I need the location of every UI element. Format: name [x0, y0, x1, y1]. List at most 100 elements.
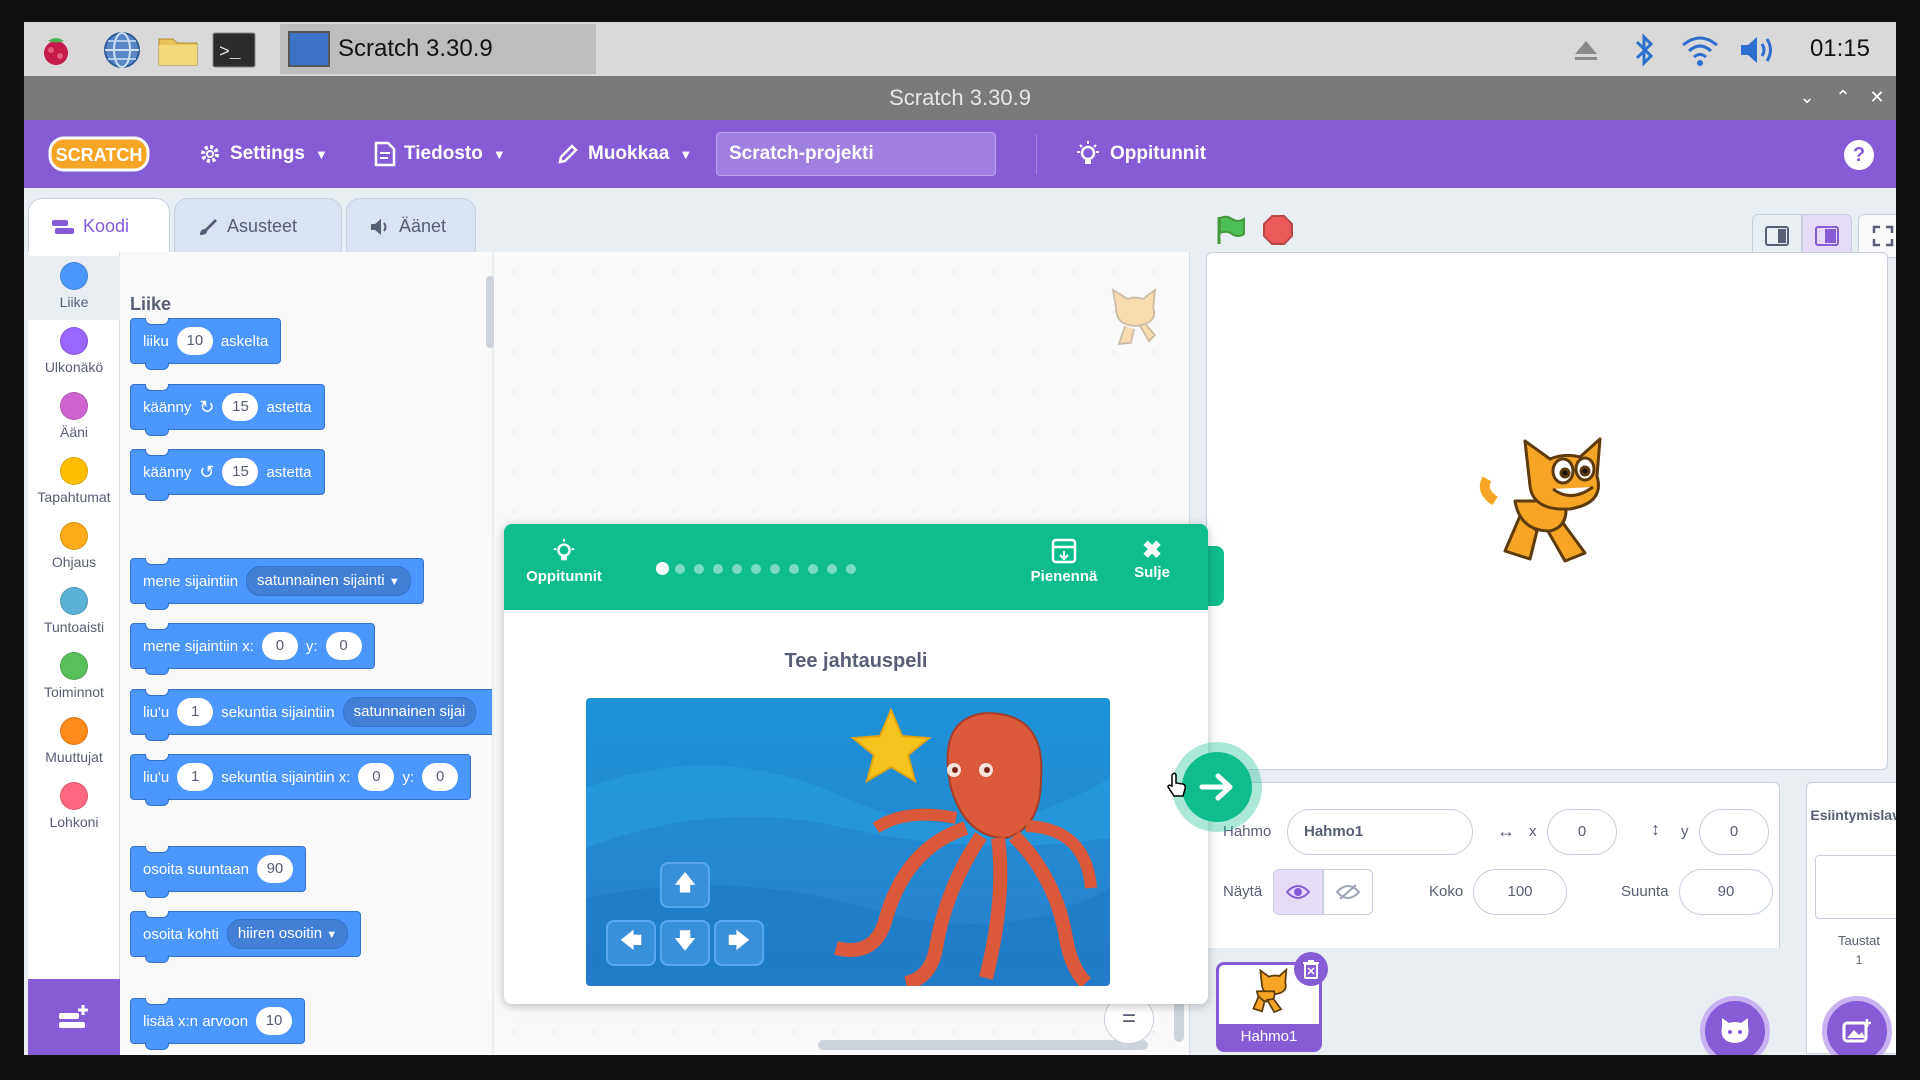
block-text: käänny [143, 463, 192, 481]
block-dropdown[interactable]: satunnainen sijainti ▼ [246, 566, 411, 596]
category-7[interactable]: Toiminnot [28, 646, 120, 710]
sprite-watermark-cat-icon [1098, 278, 1170, 355]
caret-down-icon: ▼ [314, 146, 328, 162]
lightbulb-icon [553, 538, 575, 561]
tutorial-step-dot[interactable] [789, 564, 799, 574]
block-glide-to[interactable]: liu'u 1 sekuntia sijaintiin satunnainen … [130, 689, 492, 741]
category-1[interactable]: Liike [28, 256, 120, 320]
workspace-horizontal-scrollbar[interactable] [818, 1040, 1148, 1050]
maximize-chevron-icon[interactable]: ⌃ [1830, 84, 1856, 110]
category-4[interactable]: Tapahtumat [28, 451, 120, 515]
category-label: Ulkonäkö [44, 359, 104, 375]
block-number-input[interactable]: 0 [325, 632, 362, 660]
block-number-input[interactable]: 10 [176, 327, 213, 355]
category-dot-icon [60, 717, 88, 745]
block-turn-right[interactable]: käänny ↻ 15 astetta [130, 384, 325, 436]
file-manager-folder-icon[interactable] [156, 28, 200, 72]
tutorial-step-dot[interactable] [732, 564, 742, 574]
palette-scrollbar[interactable] [486, 276, 494, 348]
show-visible-button[interactable] [1273, 869, 1323, 915]
sprite-name-input[interactable]: Hahmo1 [1287, 809, 1473, 855]
block-number-input[interactable]: 0 [422, 763, 459, 791]
size-input[interactable]: 100 [1473, 869, 1567, 915]
category-9[interactable]: Lohkoni [28, 776, 120, 840]
category-3[interactable]: Ääni [28, 386, 120, 450]
block-turn-left[interactable]: käänny ↺ 15 astetta [130, 449, 325, 501]
tutorial-step-dot[interactable] [846, 564, 856, 574]
block-number-input[interactable]: 90 [256, 855, 293, 883]
tutorial-step-dot[interactable] [827, 564, 837, 574]
block-number-input[interactable]: 0 [358, 763, 395, 791]
category-label: Ääni [59, 424, 89, 440]
browser-globe-icon[interactable] [100, 28, 144, 72]
block-text: sekuntia sijaintiin x: [221, 768, 351, 786]
minimize-chevron-icon[interactable]: ⌄ [1794, 84, 1820, 110]
window-title: Scratch 3.30.9 [889, 85, 1031, 110]
tutorial-step-dot[interactable] [751, 564, 761, 574]
stage-canvas[interactable] [1206, 252, 1888, 770]
help-button[interactable]: ? [1844, 140, 1874, 170]
tutorials-menu[interactable]: Oppitunnit [1074, 120, 1206, 188]
pencil-icon [558, 144, 578, 164]
tutorial-step-dot[interactable] [713, 564, 723, 574]
volume-icon[interactable] [1736, 28, 1780, 72]
category-5[interactable]: Ohjaus [28, 516, 120, 580]
block-number-input[interactable]: 1 [177, 698, 214, 726]
block-glide-to-xy[interactable]: liu'u 1 sekuntia sijaintiin x: 0 y: 0 [130, 754, 472, 806]
block-text: sekuntia sijaintiin [221, 703, 335, 721]
tab-sounds[interactable]: Äänet [346, 198, 476, 254]
block-point-in-direction[interactable]: osoita suuntaan 90 [130, 846, 306, 898]
category-8[interactable]: Muuttujat [28, 711, 120, 775]
block-text: y: [402, 768, 415, 786]
tutorial-library-button[interactable]: Oppitunnit [516, 538, 612, 585]
tutorial-header[interactable]: Oppitunnit Pienennä ✖ Sulje [504, 524, 1208, 610]
y-label: y [1681, 823, 1689, 840]
edit-menu[interactable]: Muokkaa ▼ [556, 120, 692, 188]
stop-icon[interactable] [1262, 214, 1294, 251]
block-number-input[interactable]: 10 [256, 1007, 293, 1035]
tutorial-step-dot[interactable] [808, 564, 818, 574]
settings-menu[interactable]: Settings ▼ [198, 120, 328, 188]
block-number-input[interactable]: 15 [222, 458, 259, 486]
block-move-steps[interactable]: liiku 10 askelta [130, 318, 282, 370]
block-change-x[interactable]: lisää x:n arvoon 10 [130, 998, 306, 1050]
eject-icon[interactable] [1564, 28, 1608, 72]
category-6[interactable]: Tuntoaisti [28, 581, 120, 645]
tutorial-step-dot[interactable] [770, 564, 780, 574]
tutorial-step-dot[interactable] [694, 564, 704, 574]
block-point-towards[interactable]: osoita kohti hiiren osoitin ▼ [130, 911, 362, 963]
show-hidden-button[interactable] [1323, 869, 1373, 915]
block-dropdown[interactable]: satunnainen sijai [342, 697, 477, 727]
add-extension-button[interactable] [28, 979, 120, 1055]
taskbar-window-scratch[interactable]: Scratch 3.30.9 [280, 24, 596, 74]
stage-thumbnail [1815, 855, 1896, 919]
terminal-icon[interactable]: >_ [212, 28, 256, 72]
tab-costumes[interactable]: Asusteet [174, 198, 342, 254]
project-title-input[interactable]: Scratch-projekti [716, 132, 996, 176]
raspberry-menu-icon[interactable] [34, 28, 78, 72]
tutorial-step-dot[interactable] [656, 562, 669, 575]
block-dropdown[interactable]: hiiren osoitin ▼ [226, 919, 349, 949]
scratch-logo[interactable]: SCRATCH [48, 120, 158, 188]
tab-code[interactable]: Koodi [28, 198, 170, 254]
bluetooth-icon[interactable] [1622, 28, 1666, 72]
block-number-input[interactable]: 0 [261, 632, 298, 660]
direction-input[interactable]: 90 [1679, 869, 1773, 915]
tutorial-step-dot[interactable] [675, 564, 685, 574]
tutorial-close-button[interactable]: ✖ Sulje [1120, 538, 1184, 582]
block-text: osoita suuntaan [143, 860, 249, 878]
green-flag-icon[interactable] [1214, 214, 1246, 251]
x-input[interactable]: 0 [1547, 809, 1617, 855]
sprite-delete-button[interactable] [1294, 952, 1328, 986]
block-go-to[interactable]: mene sijaintiin satunnainen sijainti ▼ [130, 558, 424, 610]
block-go-to-xy[interactable]: mene sijaintiin x: 0 y: 0 [130, 623, 375, 675]
window-close-icon[interactable]: ✕ [1864, 84, 1890, 110]
scratch-cat-sprite[interactable] [1475, 431, 1625, 586]
tutorial-minimize-button[interactable]: Pienennä [1024, 538, 1104, 585]
wifi-icon[interactable] [1678, 28, 1722, 72]
y-input[interactable]: 0 [1699, 809, 1769, 855]
file-menu[interactable]: Tiedosto ▼ [374, 120, 506, 188]
category-2[interactable]: Ulkonäkö [28, 321, 120, 385]
block-number-input[interactable]: 1 [177, 763, 214, 791]
block-number-input[interactable]: 15 [222, 393, 259, 421]
